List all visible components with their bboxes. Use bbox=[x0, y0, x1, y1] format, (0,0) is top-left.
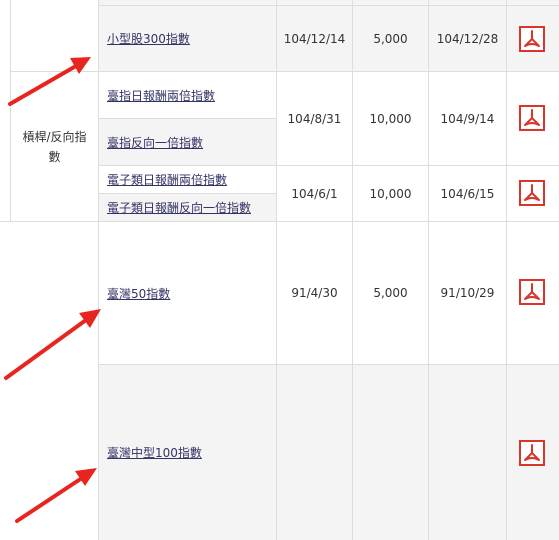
base-value-cell bbox=[353, 365, 428, 540]
base-date-cell: 104/8/31 bbox=[287, 111, 342, 126]
pdf-file-icon[interactable] bbox=[519, 180, 545, 206]
index-link-smallcap300[interactable]: 小型股300指數 bbox=[107, 30, 190, 47]
index-link-midcap100[interactable]: 臺灣中型100指數 bbox=[107, 444, 202, 461]
base-date-cell: 91/4/30 bbox=[291, 286, 338, 300]
index-name-cell: 小型股300指數 bbox=[99, 6, 276, 71]
launch-date-cell: 104/9/14 bbox=[440, 111, 495, 126]
base-date-cell: 104/12/14 bbox=[283, 31, 346, 46]
pdf-file-icon[interactable] bbox=[519, 26, 545, 52]
index-name-cell: 臺灣中型100指數 bbox=[99, 365, 276, 540]
launch-date-cell bbox=[429, 365, 506, 540]
base-value-cell: 5,000 bbox=[373, 286, 408, 300]
index-link-elec-inverse[interactable]: 電子類日報酬反向一倍指數 bbox=[107, 199, 251, 216]
launch-date-cell: 104/6/15 bbox=[440, 186, 495, 201]
index-name-cell: 臺指反向一倍指數 bbox=[99, 119, 276, 165]
base-value-cell: 10,000 bbox=[369, 111, 412, 126]
index-link-taiwan50[interactable]: 臺灣50指數 bbox=[107, 285, 170, 302]
base-date-cell: 104/6/1 bbox=[291, 186, 338, 201]
category-cell: 槓桿/反向指數 bbox=[11, 72, 98, 221]
index-name-cell: 臺指日報酬兩倍指數 bbox=[99, 72, 276, 118]
index-link-taiex-2x[interactable]: 臺指日報酬兩倍指數 bbox=[107, 87, 215, 104]
category-label: 槓桿/反向指數 bbox=[22, 129, 87, 164]
base-value-cell: 5,000 bbox=[373, 31, 408, 46]
base-value-cell: 10,000 bbox=[369, 186, 412, 201]
col-border bbox=[506, 0, 507, 540]
index-link-taiex-inverse[interactable]: 臺指反向一倍指數 bbox=[107, 134, 203, 151]
launch-date-cell: 104/12/28 bbox=[436, 31, 499, 46]
launch-date-cell: 91/10/29 bbox=[440, 286, 495, 300]
pdf-file-icon[interactable] bbox=[519, 279, 545, 305]
base-date-cell bbox=[277, 365, 352, 540]
index-name-cell: 電子類日報酬兩倍指數 bbox=[99, 166, 276, 193]
index-name-cell: 電子類日報酬反向一倍指數 bbox=[99, 194, 276, 221]
pdf-file-icon[interactable] bbox=[519, 105, 545, 131]
index-link-elec-2x[interactable]: 電子類日報酬兩倍指數 bbox=[107, 171, 227, 188]
pdf-file-icon[interactable] bbox=[519, 440, 545, 466]
index-name-cell: 臺灣50指數 bbox=[99, 222, 276, 364]
